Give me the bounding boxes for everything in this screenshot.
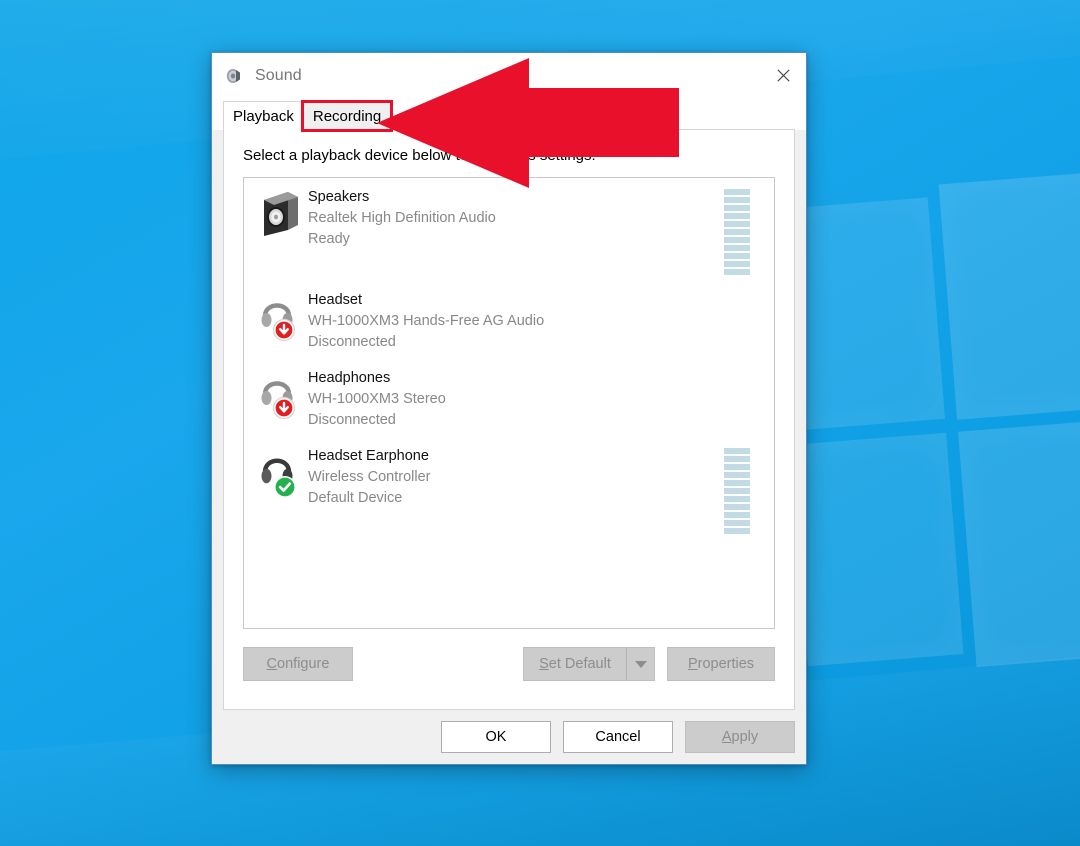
- cancel-button[interactable]: Cancel: [563, 721, 673, 753]
- table-row[interactable]: Speakers Realtek High Definition Audio R…: [244, 178, 774, 281]
- panel-instruction: Select a playback device below to modify…: [243, 147, 775, 164]
- device-action-buttons: Configure Set Default Properties: [243, 629, 775, 701]
- headset-icon: [258, 289, 308, 343]
- window-title: Sound: [255, 67, 302, 85]
- configure-button[interactable]: Configure: [243, 647, 353, 681]
- ok-button-label: OK: [486, 729, 507, 745]
- device-info: Headset WH-1000XM3 Hands-Free AG Audio D…: [308, 289, 764, 353]
- close-icon: [777, 69, 790, 82]
- device-status: Disconnected: [308, 410, 764, 431]
- device-name: Headset Earphone: [308, 446, 724, 467]
- logo-pane-top-right: [939, 171, 1080, 420]
- tab-recording-label: Recording: [313, 108, 381, 125]
- speaker-box-icon: [258, 186, 308, 240]
- device-info: Headphones WH-1000XM3 Stereo Disconnecte…: [308, 367, 764, 431]
- device-info: Headset Earphone Wireless Controller Def…: [308, 445, 724, 509]
- speaker-icon: [224, 66, 244, 86]
- logo-pane-bottom-right: [958, 418, 1080, 667]
- device-name: Speakers: [308, 187, 724, 208]
- device-description: WH-1000XM3 Hands-Free AG Audio: [308, 311, 764, 332]
- volume-meter: [724, 189, 750, 275]
- tab-playback-label: Playback: [233, 108, 294, 125]
- properties-button-label: Properties: [688, 656, 754, 672]
- device-list[interactable]: Speakers Realtek High Definition Audio R…: [243, 177, 775, 629]
- close-button[interactable]: [760, 53, 806, 98]
- device-name: Headset: [308, 290, 764, 311]
- set-default-button-label: Set Default: [539, 656, 611, 672]
- device-name: Headphones: [308, 368, 764, 389]
- apply-button[interactable]: Apply: [685, 721, 795, 753]
- sound-dialog-window: Sound Playback Recording Select a playba…: [211, 52, 807, 765]
- table-row[interactable]: Headset WH-1000XM3 Hands-Free AG Audio D…: [244, 281, 774, 359]
- volume-meter: [724, 448, 750, 534]
- windows-logo-wallpaper: [772, 184, 1080, 678]
- device-status: Ready: [308, 229, 724, 250]
- tab-playback[interactable]: Playback: [223, 101, 304, 130]
- tab-strip: Playback Recording: [212, 98, 806, 130]
- chevron-down-icon[interactable]: [626, 648, 654, 680]
- cancel-button-label: Cancel: [595, 729, 640, 745]
- apply-button-label: Apply: [722, 729, 758, 745]
- dialog-footer: OK Cancel Apply: [212, 710, 806, 764]
- table-row[interactable]: Headphones WH-1000XM3 Stereo Disconnecte…: [244, 359, 774, 437]
- headphones-icon: [258, 367, 308, 421]
- device-status: Disconnected: [308, 332, 764, 353]
- properties-button[interactable]: Properties: [667, 647, 775, 681]
- table-row[interactable]: Headset Earphone Wireless Controller Def…: [244, 437, 774, 540]
- ok-button[interactable]: OK: [441, 721, 551, 753]
- tab-recording[interactable]: Recording: [303, 102, 391, 130]
- logo-pane-bottom-left: [791, 433, 964, 667]
- device-info: Speakers Realtek High Definition Audio R…: [308, 186, 724, 250]
- headset-icon: [258, 445, 308, 499]
- playback-tab-panel: Select a playback device below to modify…: [223, 129, 795, 710]
- configure-button-label: Configure: [267, 656, 330, 672]
- device-description: Wireless Controller: [308, 467, 724, 488]
- device-description: WH-1000XM3 Stereo: [308, 389, 764, 410]
- title-bar: Sound: [212, 53, 806, 98]
- device-status: Default Device: [308, 488, 724, 509]
- set-default-button[interactable]: Set Default: [524, 648, 626, 680]
- device-description: Realtek High Definition Audio: [308, 208, 724, 229]
- set-default-split-button[interactable]: Set Default: [523, 647, 655, 681]
